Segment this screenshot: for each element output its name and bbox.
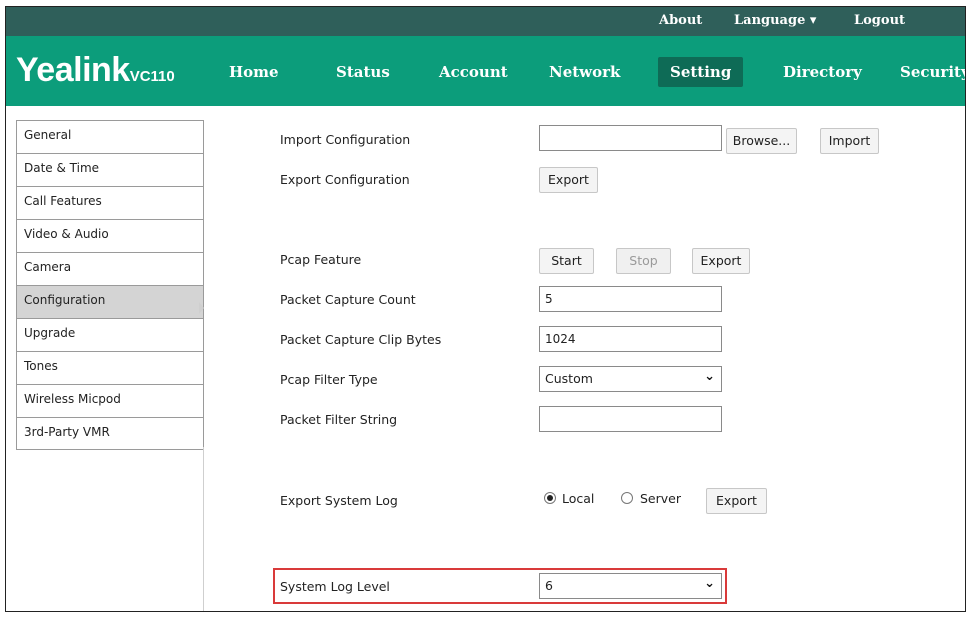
pcap-stop-button[interactable]: Stop — [616, 248, 671, 274]
packet-capture-count-field[interactable]: 5 — [539, 286, 722, 312]
packet-capture-count-label: Packet Capture Count — [280, 292, 416, 307]
chevron-down-icon: ⌄ — [704, 369, 715, 384]
sidebar-item-3rd-party-vmr[interactable]: 3rd-Party VMR — [16, 417, 204, 450]
pcap-start-button[interactable]: Start — [539, 248, 594, 274]
tab-network[interactable]: Network — [549, 57, 620, 87]
system-log-level-label: System Log Level — [280, 579, 390, 594]
tab-status[interactable]: Status — [336, 57, 390, 87]
brand-name: Yealink — [16, 51, 130, 89]
pcap-feature-label: Pcap Feature — [280, 252, 362, 267]
packet-filter-string-label: Packet Filter String — [280, 412, 398, 427]
language-menu[interactable]: Language ▾ — [734, 13, 816, 28]
active-item-pointer — [199, 302, 204, 314]
sidebar-item-tones[interactable]: Tones — [16, 351, 204, 384]
sidebar-item-wireless-micpod[interactable]: Wireless Micpod — [16, 384, 204, 417]
yealink-logo: YealinkVC110 — [16, 51, 175, 90]
tab-setting[interactable]: Setting — [658, 57, 744, 87]
sidebar-item-video-audio[interactable]: Video & Audio — [16, 219, 204, 252]
sidebar-item-call-features[interactable]: Call Features — [16, 186, 204, 219]
tab-account[interactable]: Account — [439, 57, 508, 87]
radio-server-label: Server — [640, 491, 681, 506]
tab-home[interactable]: Home — [229, 57, 279, 87]
pcap-filter-type-value: Custom — [545, 371, 593, 386]
sidebar-item-date-time[interactable]: Date & Time — [16, 153, 204, 186]
radio-local-label: Local — [562, 491, 595, 506]
export-system-log-button[interactable]: Export — [706, 488, 767, 514]
export-system-log-label: Export System Log — [280, 493, 398, 508]
sidebar-item-configuration[interactable]: Configuration — [16, 285, 204, 318]
radio-local[interactable] — [544, 492, 556, 504]
import-button[interactable]: Import — [820, 128, 879, 154]
sidebar-item-camera[interactable]: Camera — [16, 252, 204, 285]
import-configuration-label: Import Configuration — [280, 132, 411, 147]
import-file-field[interactable] — [539, 125, 722, 151]
pcap-filter-type-label: Pcap Filter Type — [280, 372, 378, 387]
tab-security[interactable]: Security — [900, 57, 965, 87]
sidebar-item-general[interactable]: General — [16, 120, 204, 153]
packet-capture-clip-bytes-field[interactable]: 1024 — [539, 326, 722, 352]
web-admin-window: About Language ▾ Logout YealinkVC110 Hom… — [5, 6, 966, 612]
about-link[interactable]: About — [659, 13, 702, 28]
packet-capture-clip-bytes-label: Packet Capture Clip Bytes — [280, 332, 442, 347]
sidebar: General Date & Time Call Features Video … — [16, 120, 204, 450]
top-bar: About Language ▾ Logout — [6, 7, 965, 36]
browse-button[interactable]: Browse... — [726, 128, 797, 154]
sidebar-item-upgrade[interactable]: Upgrade — [16, 318, 204, 351]
packet-filter-string-field[interactable] — [539, 406, 722, 432]
pcap-export-button[interactable]: Export — [692, 248, 750, 274]
export-configuration-button[interactable]: Export — [539, 167, 598, 193]
brand-model: VC110 — [129, 68, 175, 85]
main-nav: YealinkVC110 Home Status Account Network… — [6, 36, 965, 106]
logout-link[interactable]: Logout — [854, 13, 905, 28]
export-configuration-label: Export Configuration — [280, 172, 410, 187]
pcap-filter-type-select[interactable]: Custom ⌄ — [539, 366, 722, 392]
radio-server[interactable] — [621, 492, 633, 504]
chevron-down-icon: ⌄ — [704, 576, 715, 591]
system-log-level-value: 6 — [545, 578, 553, 593]
tab-directory[interactable]: Directory — [783, 57, 862, 87]
system-log-level-select[interactable]: 6 ⌄ — [539, 573, 722, 599]
sidebar-divider — [203, 447, 204, 611]
